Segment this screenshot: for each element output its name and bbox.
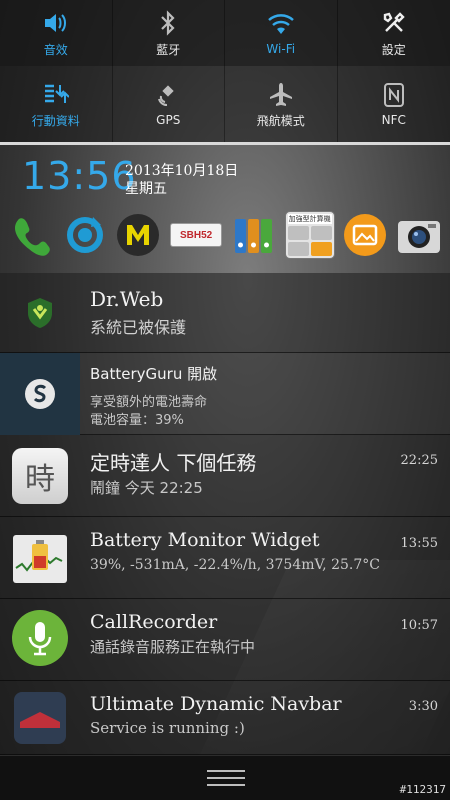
qs-bluetooth-label: 藍牙 (156, 42, 181, 57)
gallery-icon (344, 214, 387, 256)
calculator-keys (287, 226, 332, 256)
notification-battery-monitor[interactable]: Battery Monitor Widget 39%, -531mA, -22.… (0, 517, 450, 599)
timer-app-icon: 時 (10, 446, 70, 506)
drweb-text: 系統已被保護 (90, 318, 187, 337)
airplane-icon (268, 80, 294, 108)
panel-divider (0, 142, 450, 145)
navbar-time: 3:30 (408, 699, 438, 714)
qs-airplane-toggle[interactable]: 飛航模式 (225, 66, 338, 142)
notification-navbar[interactable]: Ultimate Dynamic Navbar Service is runni… (0, 681, 450, 755)
batteryguru-capacity: 電池容量：39% (90, 413, 184, 428)
navbar-title: Ultimate Dynamic Navbar (90, 693, 342, 715)
volume-icon (43, 9, 69, 37)
phone-app-shortcut[interactable] (8, 212, 54, 258)
app-shortcut-bar: SBH52 加強型計算機 (0, 207, 450, 263)
battery-monitor-icon (10, 529, 70, 589)
sync-icon (66, 217, 103, 253)
qs-nfc-label: NFC (381, 113, 406, 127)
qs-nfc-toggle[interactable]: NFC (338, 66, 450, 142)
camera-app-shortcut[interactable] (396, 212, 442, 258)
binders-icon (234, 219, 272, 253)
calculator-app-shortcut[interactable]: 加強型計算機 (284, 211, 335, 259)
sbh52-badge: SBH52 (170, 223, 223, 247)
timer-text: 鬧鐘 今天 22:25 (90, 479, 203, 497)
drag-handle-icon[interactable] (207, 770, 245, 788)
callrecorder-time: 10:57 (400, 618, 438, 633)
drweb-title: Dr.Web (90, 287, 164, 311)
qs-mobile-data-toggle[interactable]: 行動資料 (0, 66, 113, 142)
battery-monitor-time: 13:55 (400, 536, 438, 551)
notification-drweb[interactable]: Dr.Web 系統已被保護 (0, 273, 450, 353)
notification-timer[interactable]: 時 定時達人 下個任務 鬧鐘 今天 22:25 22:25 (0, 435, 450, 517)
microphone-icon (10, 608, 70, 668)
notification-callrecorder[interactable]: CallRecorder 通話錄音服務正在執行中 10:57 (0, 599, 450, 681)
qs-sound-toggle[interactable]: 音效 (0, 0, 113, 66)
bluetooth-icon (159, 9, 177, 37)
m-logo-icon (117, 214, 160, 256)
watermark-text: #112317 (399, 783, 446, 796)
navbar-text: Service is running :) (90, 719, 245, 737)
qs-wifi-toggle[interactable]: Wi-Fi (225, 0, 338, 66)
navbar-app-icon (10, 688, 70, 748)
quick-settings-row-2: 行動資料 GPS 飛航模式 NFC (0, 66, 450, 142)
timer-title: 定時達人 下個任務 (90, 451, 257, 475)
calculator-icon: 加強型計算機 (284, 211, 335, 259)
batteryguru-s-icon (10, 364, 70, 424)
phone-icon (14, 218, 50, 256)
qs-sound-label: 音效 (43, 42, 68, 57)
battery-monitor-text: 39%, -531mA, -22.4%/h, 3754mV, 25.7°C (90, 557, 380, 573)
batteryguru-title: BatteryGuru 開啟 (90, 365, 218, 383)
drweb-shield-icon (10, 283, 70, 343)
qs-settings-label: 設定 (381, 42, 406, 57)
qs-gps-toggle[interactable]: GPS (113, 66, 225, 142)
quick-settings-row-1: 音效 藍牙 Wi-Fi 設定 (0, 0, 450, 66)
qs-settings-button[interactable]: 設定 (338, 0, 450, 66)
weekday-text: 星期五 (125, 181, 167, 197)
panel-bottom-bar: #112317 (0, 755, 450, 800)
callrecorder-text: 通話錄音服務正在執行中 (90, 638, 256, 656)
gallery-app-shortcut[interactable] (342, 212, 388, 258)
callrecorder-title: CallRecorder (90, 611, 218, 633)
camera-icon (398, 221, 441, 253)
wifi-icon (267, 10, 295, 38)
sbh52-app-shortcut[interactable]: SBH52 (169, 212, 223, 258)
mobile-data-icon (43, 80, 69, 108)
timer-app-badge: 時 (12, 448, 68, 504)
clock-time: 13:56 (22, 154, 137, 198)
m-app-shortcut[interactable] (115, 212, 161, 258)
sync-app-shortcut[interactable] (62, 212, 108, 258)
qs-gps-label: GPS (156, 113, 181, 127)
gps-satellite-icon (155, 81, 181, 109)
date-text: 2013年10月18日 (125, 163, 239, 179)
binders-app-shortcut[interactable] (231, 212, 277, 258)
calculator-label: 加強型計算機 (287, 214, 332, 224)
nfc-icon (383, 81, 405, 109)
battery-monitor-title: Battery Monitor Widget (90, 529, 320, 551)
settings-tools-icon (382, 9, 406, 37)
qs-mobile-data-label: 行動資料 (31, 113, 80, 128)
notification-batteryguru[interactable]: BatteryGuru 開啟 享受額外的電池壽命 電池容量：39% (0, 353, 450, 435)
qs-bluetooth-toggle[interactable]: 藍牙 (113, 0, 225, 66)
timer-time: 22:25 (400, 453, 438, 468)
qs-wifi-label: Wi-Fi (266, 42, 296, 56)
batteryguru-text: 享受額外的電池壽命 (90, 395, 208, 410)
qs-airplane-label: 飛航模式 (256, 113, 305, 128)
